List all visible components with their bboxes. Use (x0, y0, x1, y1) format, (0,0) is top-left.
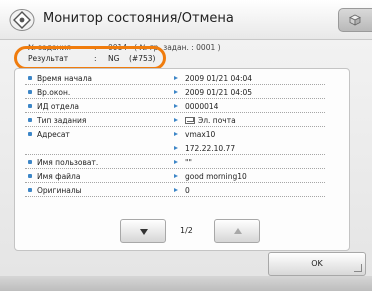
detail-value: 0 (185, 186, 190, 195)
detail-label: Имя пользоват. (37, 158, 99, 167)
arrow-icon (174, 146, 178, 150)
bullet-icon (28, 104, 32, 108)
detail-label: Адресат (37, 130, 70, 139)
detail-row: Оригиналы 0 (25, 185, 325, 197)
detail-label: Тип задания (37, 116, 87, 125)
detail-label: Вр.окон. (37, 88, 71, 97)
detail-value: 172.22.10.77 (185, 144, 236, 153)
detail-label: ИД отдела (37, 102, 80, 111)
menu-button[interactable] (338, 8, 372, 32)
bullet-icon (28, 118, 32, 122)
bottom-strip (0, 276, 372, 291)
corner-grip-icon (354, 264, 362, 272)
arrow-icon (174, 104, 178, 108)
triangle-up-icon (234, 228, 242, 234)
page-down-button[interactable] (120, 219, 166, 243)
detail-row: Тип задания Эл. почта (25, 115, 325, 127)
bullet-icon (28, 90, 32, 94)
bullet-icon (28, 76, 32, 80)
detail-row: Вр.окон. 2009 01/21 04:05 (25, 87, 325, 99)
arrow-icon (174, 132, 178, 136)
detail-label: Имя файла (37, 172, 81, 181)
arrow-icon (174, 118, 178, 122)
detail-value: 2009 01/21 04:05 (185, 88, 253, 97)
pagination: 1/2 (120, 219, 260, 245)
detail-value: good morning10 (185, 172, 247, 181)
detail-row: Адресат vmax10 (25, 129, 325, 141)
ok-label: OK (311, 259, 323, 268)
arrow-icon (174, 174, 178, 178)
arrow-icon (174, 160, 178, 164)
page-indicator: 1/2 (180, 226, 193, 235)
title-bar: Монитор состояния/Отмена (0, 0, 372, 40)
status-monitor-icon (9, 9, 35, 31)
detail-value: 2009 01/21 04:04 (185, 74, 253, 83)
arrow-icon (174, 90, 178, 94)
mail-icon (185, 117, 195, 124)
result-highlight (14, 46, 166, 70)
detail-value: 0000014 (185, 102, 219, 111)
detail-label: Время начала (37, 74, 92, 83)
detail-value-job-type: Эл. почта (185, 116, 236, 125)
detail-label: Оригиналы (37, 186, 82, 195)
bullet-icon (28, 160, 32, 164)
detail-row: Имя пользоват. "" (25, 157, 325, 169)
detail-value: "" (185, 158, 192, 167)
arrow-icon (174, 76, 178, 80)
detail-row: Имя файла good morning10 (25, 171, 325, 183)
arrow-icon (174, 188, 178, 192)
cube-icon (349, 14, 361, 26)
status-monitor-screen: Монитор состояния/Отмена № задания:0014 … (0, 0, 372, 291)
ok-button[interactable]: OK (268, 252, 366, 276)
bullet-icon (28, 132, 32, 136)
triangle-down-icon (140, 229, 148, 235)
job-type-text: Эл. почта (198, 116, 236, 125)
page-title: Монитор состояния/Отмена (43, 11, 234, 26)
detail-value: vmax10 (185, 130, 216, 139)
detail-row: Время начала 2009 01/21 04:04 (25, 73, 325, 85)
page-up-button[interactable] (214, 219, 260, 243)
detail-row: ИД отдела 0000014 (25, 101, 325, 113)
bullet-icon (28, 174, 32, 178)
bullet-icon (28, 188, 32, 192)
detail-row-continued: 172.22.10.77 (25, 143, 325, 155)
